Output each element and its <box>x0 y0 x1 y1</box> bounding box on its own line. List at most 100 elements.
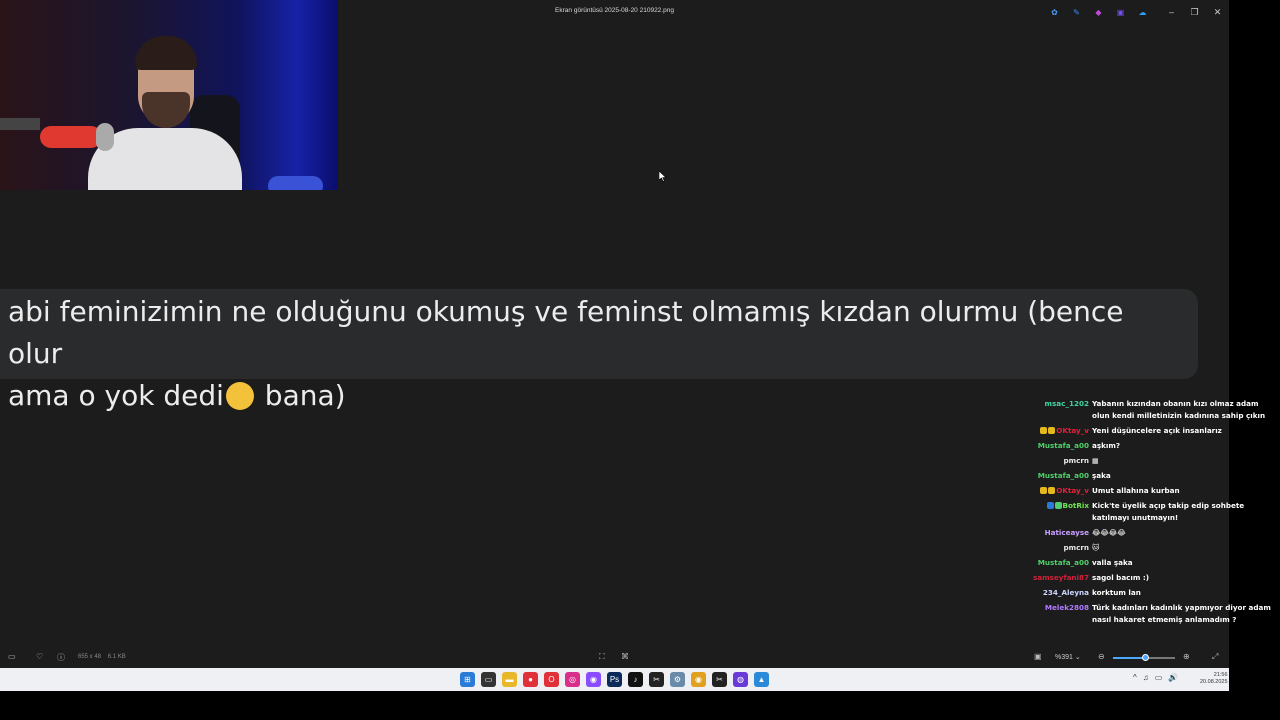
chat-username: Haticeayse <box>1044 528 1089 537</box>
zoom-select[interactable]: %391 ⌄ <box>1055 653 1081 661</box>
crop-icon[interactable]: ⛶ <box>599 652 605 662</box>
window-controls: – ❐ ✕ <box>1160 0 1229 24</box>
show-hidden-icons[interactable]: ^ <box>1133 673 1137 682</box>
chat-message: 234_Aleyna korktum lan <box>1020 587 1278 599</box>
settings-icon[interactable]: ⚙ <box>670 672 685 687</box>
banner-line-1: abi feminizimin ne olduğunu okumuş ve fe… <box>8 295 1124 370</box>
chat-message: Mustafa_a00 aşkım? <box>1020 440 1278 452</box>
media-icon[interactable]: ♫ <box>1143 673 1149 682</box>
chat-message: OKtay_v Umut allahına kurban <box>1020 485 1278 497</box>
chat-user: Mustafa_a00 <box>1020 470 1092 482</box>
chat-username: OKtay_v <box>1056 426 1089 435</box>
chat-text: Yeni düşüncelere açık insanlarız <box>1092 426 1222 435</box>
zoom-in-icon[interactable]: ⊕ <box>1183 652 1190 661</box>
clock[interactable]: 21:56 20.08.2025 <box>1200 672 1228 686</box>
chat-text: Umut allahına kurban <box>1092 486 1180 495</box>
windows-taskbar: ⊞ ▭ ▬ ● O ◎ ◉ Ps ♪ ✂ ⚙ ◉ ✂ ◍ ▲ ^ ♫ ▭ 🔊 21:56 20.08.2025 <box>0 668 1229 691</box>
chat-message: BotRix Kick'te üyelik açıp takip edip soh… <box>1020 500 1278 524</box>
volume-icon[interactable]: 🔊 <box>1168 673 1178 682</box>
chat-text: korktum lan <box>1092 588 1141 597</box>
zoom-slider-knob[interactable] <box>1141 654 1149 661</box>
chat-user: Mustafa_a00 <box>1020 440 1092 452</box>
image-dimensions: 655 x 48 6.1 KB <box>78 654 126 660</box>
chat-message: Mustafa_a00 şaka <box>1020 470 1278 482</box>
viewer-bottom-toolbar: ▭ ♡ ⓘ 655 x 48 6.1 KB ⛶ ⌘ ▣ %391 ⌄ ⊖ ⊕ ⤢ <box>0 647 1229 667</box>
display-icon[interactable]: ▭ <box>1155 673 1163 682</box>
task-view-icon[interactable]: ▭ <box>481 672 496 687</box>
clock-time: 21:56 <box>1213 672 1228 678</box>
mic-cap <box>96 123 114 151</box>
crying-emoji-icon <box>225 382 254 410</box>
zoom-slider-fill <box>1113 657 1146 659</box>
chat-text: şaka <box>1092 471 1111 480</box>
file-size-text: 6.1 KB <box>107 654 126 660</box>
microphone <box>40 126 102 148</box>
user-badge-icon <box>1040 487 1048 494</box>
chat-message: Haticeayse 😂😂😂😂 <box>1020 527 1278 539</box>
capcut-icon[interactable]: ✂ <box>649 672 664 687</box>
windows-start-icon[interactable]: ⊞ <box>460 672 475 687</box>
chat-user: msac_1202 <box>1020 398 1092 422</box>
tiktok-icon[interactable]: ♪ <box>628 672 643 687</box>
capcut2-icon[interactable]: ✂ <box>712 672 727 687</box>
copilot-icon[interactable]: ✿ <box>1048 6 1061 18</box>
chat-username: 234_Aleyna <box>1042 588 1089 597</box>
chat-username: msac_1202 <box>1044 399 1089 408</box>
photos-icon[interactable]: ▲ <box>754 672 769 687</box>
minimize-button[interactable]: – <box>1160 0 1183 24</box>
close-button[interactable]: ✕ <box>1206 0 1229 24</box>
title-toolbar: ✿ ✎ ◆ ▣ ☁ <box>1048 6 1149 18</box>
opera-icon[interactable]: O <box>544 672 559 687</box>
chat-message: Mustafa_a00 valla şaka <box>1020 557 1278 569</box>
streamer-beard <box>142 92 190 128</box>
chat-username: Mustafa_a00 <box>1037 558 1089 567</box>
paint-icon[interactable]: ◆ <box>1092 6 1105 18</box>
chat-user: BotRix <box>1020 500 1092 524</box>
paint-app-icon[interactable]: ● <box>523 672 538 687</box>
erase-icon[interactable]: ⌘ <box>621 652 629 661</box>
chrome-icon[interactable]: ◉ <box>691 672 706 687</box>
mic-arm <box>0 118 40 130</box>
chat-message: pmcrn 🐱 <box>1020 542 1278 554</box>
chat-overlay: msac_1202 Yabanın kızından obanın kızı ol… <box>1020 398 1278 629</box>
chat-username: BotRix <box>1062 501 1090 510</box>
chat-username: pmcrn <box>1063 543 1089 552</box>
instagram-icon[interactable]: ◎ <box>565 672 580 687</box>
edit-icon[interactable]: ✎ <box>1070 6 1083 18</box>
zoom-out-icon[interactable]: ⊖ <box>1098 652 1105 661</box>
webcam-overlay <box>0 0 338 190</box>
fullscreen-icon[interactable]: ⤢ <box>1212 652 1218 662</box>
chat-user: OKtay_v <box>1020 485 1092 497</box>
mouse-cursor-icon <box>659 171 667 182</box>
clipchamp-icon[interactable]: ▣ <box>1114 6 1127 18</box>
maximize-button[interactable]: ❐ <box>1183 0 1206 24</box>
chat-text: 😂😂😂😂 <box>1092 528 1126 537</box>
chat-text: Türk kadınları kadınlık yapmıyor diyor a… <box>1092 603 1271 624</box>
photoshop-icon[interactable]: Ps <box>607 672 622 687</box>
taskbar-apps: ⊞ ▭ ▬ ● O ◎ ◉ Ps ♪ ✂ ⚙ ◉ ✂ ◍ ▲ <box>460 672 769 687</box>
banner-text: abi feminizimin ne olduğunu okumuş ve fe… <box>8 291 1178 417</box>
blue-object <box>268 176 323 190</box>
obs-icon[interactable]: ◍ <box>733 672 748 687</box>
film-strip-icon[interactable]: ▭ <box>8 652 16 661</box>
chat-message: OKtay_v Yeni düşüncelere açık insanlarız <box>1020 425 1278 437</box>
chat-user: 234_Aleyna <box>1020 587 1092 599</box>
chat-message: samseyfani87 sagol bacım :) <box>1020 572 1278 584</box>
chat-text: aşkım? <box>1092 441 1121 450</box>
onedrive-icon[interactable]: ☁ <box>1136 6 1149 18</box>
zoom-slider[interactable] <box>1113 654 1175 661</box>
favorite-heart-icon[interactable]: ♡ <box>36 652 43 661</box>
chat-message: msac_1202 Yabanın kızından obanın kızı ol… <box>1020 398 1278 422</box>
chat-username: Mustafa_a00 <box>1037 471 1089 480</box>
messenger-icon[interactable]: ◉ <box>586 672 601 687</box>
chat-text: valla şaka <box>1092 558 1133 567</box>
fit-view-icon[interactable]: ▣ <box>1034 652 1042 661</box>
info-icon[interactable]: ⓘ <box>57 652 65 663</box>
file-explorer-icon[interactable]: ▬ <box>502 672 517 687</box>
user-badge-icon <box>1054 502 1062 509</box>
user-badge-icon <box>1046 502 1054 509</box>
chat-text: Kick'te üyelik açıp takip edip sohbete k… <box>1092 501 1245 522</box>
chat-username: pmcrn <box>1063 456 1089 465</box>
chat-user: OKtay_v <box>1020 425 1092 437</box>
chat-text: 🐱 <box>1092 543 1100 552</box>
